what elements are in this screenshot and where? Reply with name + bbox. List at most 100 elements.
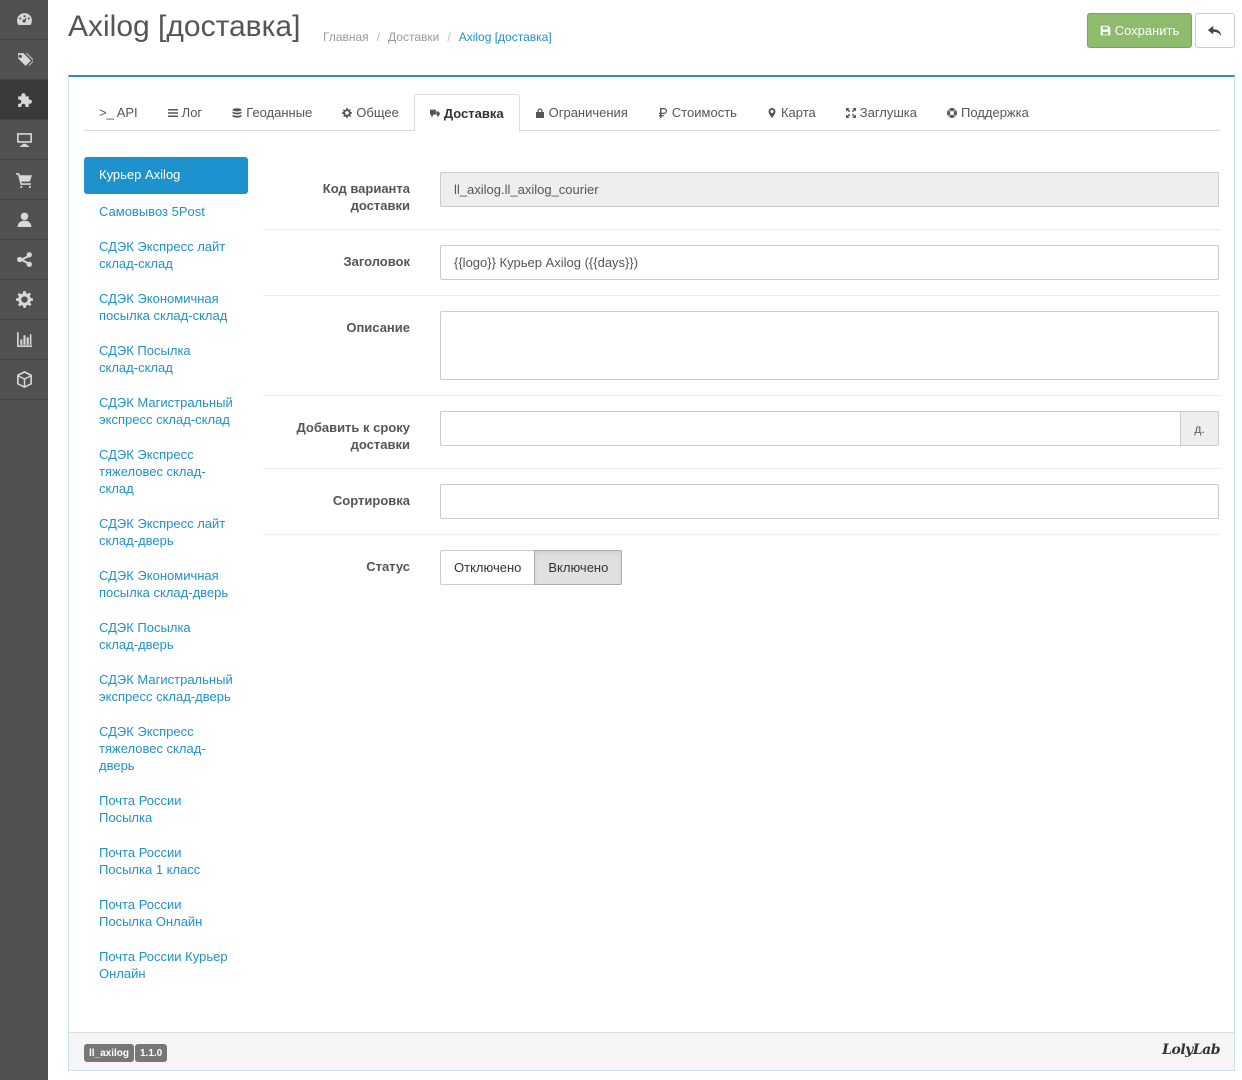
tab-geodata[interactable]: Геоданные [217,94,327,131]
method-item[interactable]: СДЭК Экспресс лайт склад-склад [84,229,248,281]
method-item[interactable]: СДЭК Экспресс лайт склад-дверь [84,506,248,558]
puzzle-icon [17,93,32,107]
breadcrumb-current[interactable]: Axilog [доставка] [459,30,552,44]
monitor-icon [16,133,32,147]
sidebar-customers[interactable] [0,200,48,240]
form-row-title: Заголовок {{logo}} Курьер Axilog ({{days… [263,230,1220,296]
tab-cost[interactable]: Стоимость [643,94,752,131]
tab-delivery[interactable]: Доставка [413,94,520,132]
sidebar-catalog[interactable] [0,40,48,80]
tab-stub-label: Заглушка [859,105,918,120]
tab-support[interactable]: Поддержка [932,94,1044,131]
sidebar-sales[interactable] [0,160,48,200]
add-days-label: Добавить к сроку доставки [296,420,410,452]
map-marker-icon [768,107,776,118]
method-item[interactable]: Почта России Посылка Онлайн [84,887,248,939]
tab-delivery-label: Доставка [443,105,504,121]
days-suffix: д. [1181,411,1219,446]
method-item[interactable]: СДЭК Экономичная посылка склад-дверь [84,558,248,610]
tab-map-label: Карта [780,105,816,120]
breadcrumb-separator: / [376,30,381,44]
list-icon [167,108,178,117]
save-button[interactable]: Сохранить [1087,13,1192,48]
tab-map[interactable]: Карта [752,94,831,131]
breadcrumb-shipping[interactable]: Доставки [388,30,439,44]
method-item[interactable]: Почта России Курьер Онлайн [84,939,248,991]
delivery-method-list: Курьер Axilog Самовывоз 5Post СДЭК Экспр… [84,157,248,991]
description-textarea[interactable] [440,311,1219,380]
status-off-button[interactable]: Отключено [440,550,536,585]
sidebar-marketing[interactable] [0,240,48,280]
gear-icon [15,291,33,308]
title-label: Заголовок [343,254,410,269]
arrows-expand-icon [845,107,856,118]
truck-icon [429,109,440,117]
sidebar-modules[interactable] [0,360,48,400]
form-row-code: Код варианта доставки ll_axilog.ll_axilo… [263,157,1220,230]
code-field[interactable]: ll_axilog.ll_axilog_courier [440,172,1219,207]
status-label: Статус [366,559,410,574]
save-button-label: Сохранить [1114,23,1180,38]
method-item[interactable]: СДЭК Экспресс тяжеловес склад-склад [84,437,248,506]
add-days-field[interactable] [440,411,1181,446]
sidebar-dashboard[interactable] [0,0,48,40]
lifebuoy-icon [947,107,958,118]
method-item[interactable]: СДЭК Магистральный экспресс склад-склад [84,385,248,437]
tab-restrictions[interactable]: Ограничения [520,94,643,131]
version-badge: 1.1.0 [135,1044,168,1062]
left-sidebar [0,0,48,1080]
tab-cost-label: Стоимость [671,105,737,120]
tab-general-label: Общее [356,105,399,120]
panel-footer: ll_axilog 1.1.0 LolyLab [69,1032,1234,1070]
tab-support-label: Поддержка [961,105,1029,120]
floppy-icon [1100,25,1110,36]
lock-icon [535,108,544,118]
ruble-icon [658,107,667,118]
cube-icon [16,371,32,388]
sidebar-design[interactable] [0,120,48,160]
sort-field[interactable] [440,484,1219,519]
tab-geodata-label: Геоданные [246,105,313,120]
method-item[interactable]: Самовывоз 5Post [84,194,248,229]
sidebar-extensions[interactable] [0,80,48,120]
sort-label: Сортировка [332,493,410,508]
code-label: Код варианта доставки [322,181,410,213]
bar-chart-icon [16,332,32,347]
tab-restrictions-label: Ограничения [548,105,628,120]
form-row-description: Описание [263,296,1220,396]
tab-api[interactable]: >_ API [84,94,153,131]
vendor-logo[interactable]: LolyLab [1162,1042,1220,1058]
method-item[interactable]: СДЭК Магистральный экспресс склад-дверь [84,662,248,714]
method-item[interactable]: Почта России Посылка 1 класс [84,835,248,887]
method-item[interactable]: СДЭК Экспресс тяжеловес склад-дверь [84,714,248,783]
tab-general[interactable]: Общее [327,94,414,131]
tab-log-label: Лог [181,105,203,120]
page-title: Axilog [доставка] [68,10,301,43]
method-item[interactable]: СДЭК Посылка склад-склад [84,333,248,385]
cart-icon [15,173,32,188]
title-field[interactable]: {{logo}} Курьер Axilog ({{days}}) [440,245,1219,280]
form-row-status: Статус Отключено Включено [263,535,1220,600]
method-item[interactable]: Курьер Axilog [84,157,248,194]
dashboard-icon [16,13,32,26]
delivery-form: Код варианта доставки ll_axilog.ll_axilo… [263,157,1220,600]
method-item[interactable]: СДЭК Экономичная посылка склад-склад [84,281,248,333]
tab-log[interactable]: Лог [153,94,218,131]
status-toggle: Отключено Включено [440,550,1219,585]
form-row-add-days: Добавить к сроку доставки д. [263,396,1220,469]
tags-icon [16,53,33,66]
breadcrumb: Главная / Доставки / Axilog [доставка] [323,30,552,44]
method-item[interactable]: СДЭК Посылка склад-дверь [84,610,248,662]
breadcrumb-home[interactable]: Главная [323,30,369,44]
gear-icon [342,107,353,118]
tab-api-label: >_ API [99,105,138,120]
back-button[interactable] [1195,13,1235,48]
tab-bar: >_ API Лог Геоданные Общее Доставка Огра… [84,94,1220,132]
sidebar-settings[interactable] [0,280,48,320]
method-item[interactable]: Почта России Посылка [84,783,248,835]
sidebar-reports[interactable] [0,320,48,360]
tab-stub[interactable]: Заглушка [831,94,932,131]
status-on-button[interactable]: Включено [534,550,623,585]
module-badge: ll_axilog [84,1044,135,1062]
share-icon [16,252,32,267]
